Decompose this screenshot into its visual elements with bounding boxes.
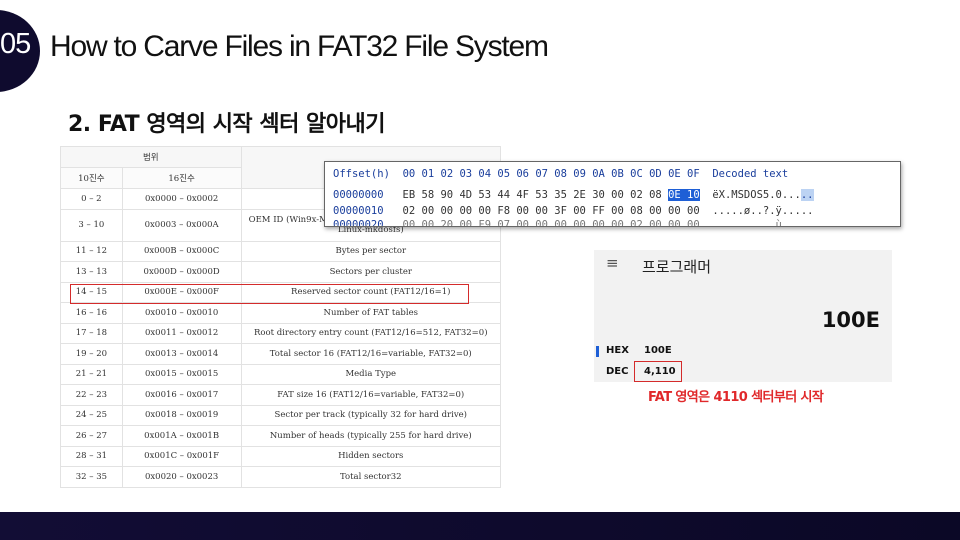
hex-viewer: Offset(h) 00 01 02 03 04 05 06 07 08 09 … (324, 161, 901, 227)
calculator-display: 100E (821, 308, 880, 332)
cell-hex: 0x0015 – 0x0015 (121, 363, 242, 385)
table-row: 28 – 31 0x001C – 0x001F Hidden sectors (60, 445, 502, 467)
cell-hex: 0x0018 – 0x0019 (121, 404, 242, 426)
cell-hex: 0x0020 – 0x0023 (121, 466, 242, 488)
cell-dec: 13 – 13 (60, 261, 123, 283)
cell-dec: 17 – 18 (60, 322, 123, 344)
table-row: 17 – 18 0x0011 – 0x0012 Root directory ent… (60, 322, 502, 344)
section-number: 05 (0, 28, 31, 60)
row-decoded: ..........ù..... (712, 219, 814, 227)
annotation-note: FAT 영역은 4110 섹터부터 시작 (648, 390, 824, 405)
row-offset: 00000000 (333, 189, 384, 201)
table-row: 16 – 16 0x0010 – 0x0010 Number of FAT tabl… (60, 302, 502, 324)
cell-hex: 0x001C – 0x001F (121, 445, 242, 467)
row-bytes: 00 00 20 00 F9 07 00 00 00 00 00 00 02 0… (402, 219, 700, 227)
cell-desc: Total sector32 (240, 466, 502, 488)
hex-selected-indicator (596, 346, 599, 357)
cell-desc: Hidden sectors (240, 445, 502, 467)
cell-dec: 21 – 21 (60, 363, 123, 385)
cell-dec: 24 – 25 (60, 404, 123, 426)
cell-dec: 28 – 31 (60, 445, 123, 467)
cell-hex: 0x0013 – 0x0014 (121, 343, 242, 365)
cell-dec: 16 – 16 (60, 302, 123, 324)
hex-row: 00000020 00 00 20 00 F9 07 00 00 00 00 0… (333, 218, 814, 227)
slide-subtitle: 2. FAT 영역의 시작 섹터 알아내기 (68, 112, 385, 137)
selected-decoded: .. (800, 189, 814, 201)
cell-hex: 0x0010 – 0x0010 (121, 302, 242, 324)
cell-dec: 32 – 35 (60, 466, 123, 488)
cell-dec: 26 – 27 (60, 425, 123, 447)
cell-desc: Bytes per sector (240, 240, 502, 262)
range-header: 범위 (60, 146, 242, 168)
calculator-mode-title: 프로그래머 (642, 258, 712, 276)
cell-desc: Number of heads (typically 255 for hard … (240, 425, 502, 447)
cell-desc: Sector per track (typically 32 for hard … (240, 404, 502, 426)
cell-desc: Sectors per cluster (240, 261, 502, 283)
decimal-header: 10진수 (60, 167, 123, 189)
row-decoded: .....ø..?.ÿ..... (712, 205, 814, 217)
cell-desc: Number of FAT tables (240, 302, 502, 324)
hex-header-row: Offset(h) 00 01 02 03 04 05 06 07 08 09 … (333, 167, 788, 181)
reserved-sector-highlight-box (70, 284, 469, 304)
row-offset: 00000010 (333, 205, 384, 217)
table-row: 24 – 25 0x0018 – 0x0019 Sector per track (… (60, 404, 502, 426)
dec-value-highlight-box (634, 361, 682, 382)
offset-header: Offset(h) (333, 168, 390, 180)
table-row: 21 – 21 0x0015 – 0x0015 Media Type (60, 363, 502, 385)
cell-hex: 0x000B – 0x000C (121, 240, 242, 262)
cell-hex: 0x001A – 0x001B (121, 425, 242, 447)
row-offset: 00000020 (333, 219, 384, 227)
hamburger-menu-icon[interactable]: ≡ (606, 254, 619, 272)
table-row: 11 – 12 0x000B – 0x000C Bytes per sector (60, 240, 502, 262)
dec-label[interactable]: DEC (606, 366, 628, 377)
cell-dec: 22 – 23 (60, 384, 123, 406)
table-row: 32 – 35 0x0020 – 0x0023 Total sector32 (60, 466, 502, 488)
row-decoded: ëX.MSDOS5.0... (712, 189, 801, 201)
column-header: 00 01 02 03 04 05 06 07 08 09 0A 0B 0C 0… (402, 168, 700, 180)
cell-hex: 0x0000 – 0x0002 (121, 188, 242, 210)
cell-dec: 11 – 12 (60, 240, 123, 262)
table-row: 19 – 20 0x0013 – 0x0014 Total sector 16 (F… (60, 343, 502, 365)
cell-desc: Media Type (240, 363, 502, 385)
hex-value: 100E (644, 345, 672, 356)
table-row: 22 – 23 0x0016 – 0x0017 FAT size 16 (FAT12… (60, 384, 502, 406)
cell-hex: 0x0011 – 0x0012 (121, 322, 242, 344)
cell-dec: 3 – 10 (60, 208, 123, 242)
cell-dec: 0 – 2 (60, 188, 123, 210)
hex-label[interactable]: HEX (606, 345, 629, 356)
footer-bar (0, 512, 960, 540)
row-bytes: 02 00 00 00 00 F8 00 00 3F 00 FF 00 08 0… (402, 205, 700, 217)
selected-bytes[interactable]: 0E 10 (668, 189, 700, 201)
cell-hex: 0x0003 – 0x000A (121, 208, 242, 242)
hex-header: 16진수 (121, 167, 242, 189)
table-row: 13 – 13 0x000D – 0x000D Sectors per cluste… (60, 261, 502, 283)
cell-dec: 19 – 20 (60, 343, 123, 365)
slide-title: How to Carve Files in FAT32 File System (50, 30, 549, 63)
cell-desc: Root directory entry count (FAT12/16=512… (240, 322, 502, 344)
cell-hex: 0x0016 – 0x0017 (121, 384, 242, 406)
row-bytes: EB 58 90 4D 53 44 4F 53 35 2E 30 00 02 0… (402, 189, 662, 201)
hex-row: 00000010 02 00 00 00 00 F8 00 00 3F 00 F… (333, 204, 813, 218)
cell-desc: FAT size 16 (FAT12/16=variable, FAT32=0) (240, 384, 502, 406)
hex-row: 00000000 EB 58 90 4D 53 44 4F 53 35 2E 3… (333, 188, 814, 202)
decoded-header: Decoded text (712, 168, 789, 180)
cell-desc: Total sector 16 (FAT12/16=variable, FAT3… (240, 343, 502, 365)
table-row: 26 – 27 0x001A – 0x001B Number of heads (t… (60, 425, 502, 447)
cell-hex: 0x000D – 0x000D (121, 261, 242, 283)
